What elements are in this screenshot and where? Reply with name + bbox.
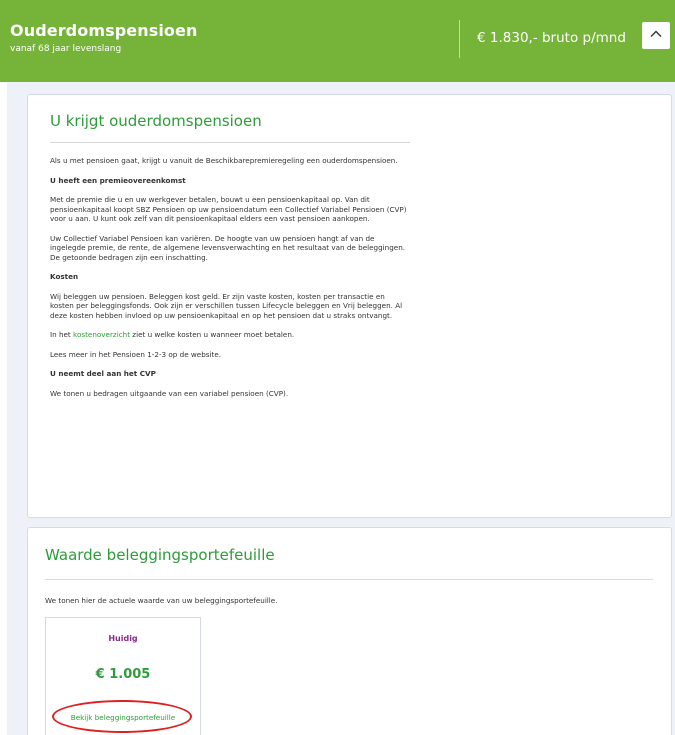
header-subtitle: vanaf 68 jaar levenslang	[10, 44, 122, 54]
card-title: U krijgt ouderdomspensioen	[50, 112, 262, 130]
paragraph: We tonen u bedragen uitgaande van een va…	[50, 388, 289, 398]
paragraph: Wij beleggen uw pensioen. Beleggen kost …	[50, 291, 403, 320]
text: In het	[50, 330, 74, 339]
section-heading: U neemt deel aan het CVP	[50, 369, 156, 378]
cost-overview-link[interactable]: kostenoverzicht	[73, 330, 130, 339]
pension-header: Ouderdomspensioen vanaf 68 jaar levensla…	[0, 0, 675, 82]
section-heading: U heeft een premieovereenkomst	[50, 175, 186, 185]
text: ziet u welke kosten u wanneer moet betal…	[130, 330, 295, 339]
header-divider	[459, 20, 460, 58]
card-title: Waarde beleggingsportefeuille	[45, 546, 275, 564]
current-label: Huidig	[108, 634, 138, 643]
divider	[50, 142, 410, 143]
paragraph: Als u met pensioen gaat, krijgt u vanuit…	[50, 156, 398, 165]
header-amount: € 1.830,- bruto p/mnd	[477, 30, 626, 46]
paragraph: Met de premie die u en uw werkgever beta…	[50, 195, 407, 223]
red-highlight-circle	[52, 700, 192, 733]
pension-info-card: U krijgt ouderdomspensioen Als u met pen…	[27, 94, 672, 518]
chevron-up-icon	[649, 26, 663, 45]
paragraph: In het kostenoverzicht ziet u welke kost…	[50, 330, 410, 340]
info-text: Als u met pensioen gaat, krijgt u vanuit…	[50, 156, 410, 408]
collapse-button[interactable]	[642, 22, 670, 49]
section-heading: Kosten	[50, 272, 79, 281]
paragraph: Uw Collectief Variabel Pensioen kan vari…	[50, 233, 406, 262]
current-value: € 1.005	[95, 667, 151, 682]
portfolio-intro: We tonen hier de actuele waarde van uw b…	[45, 596, 278, 605]
divider	[45, 579, 653, 580]
header-title: Ouderdomspensioen	[10, 21, 198, 40]
paragraph: Lees meer in het Pensioen 1-2-3 op de we…	[50, 349, 222, 359]
